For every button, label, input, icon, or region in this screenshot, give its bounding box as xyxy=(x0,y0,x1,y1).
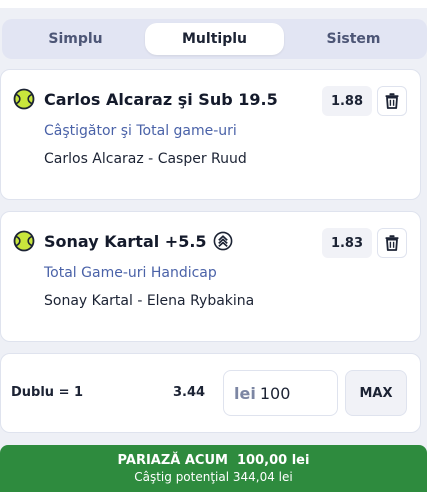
tab-simplu[interactable]: Simplu xyxy=(6,23,145,55)
place-bet-button[interactable]: PARIAZĂ ACUM 100,00 lei Câştig potenţial… xyxy=(0,445,427,492)
currency-label: lei xyxy=(234,383,256,403)
bet-market: Total Game-uri Handicap xyxy=(44,265,217,281)
bet-market: Câştigător şi Total game-uri xyxy=(44,123,237,139)
stake-panel: Dublu = 1 3.44 lei 100 MAX xyxy=(0,353,421,433)
bet-card: Sonay Kartal +5.5 1.83 Total Game-uri Ha… xyxy=(0,211,421,342)
stake-value[interactable]: 100 xyxy=(260,384,291,403)
bet-event: Carlos Alcaraz - Casper Ruud xyxy=(44,151,247,167)
bet-header: Carlos Alcaraz şi Sub 19.5 xyxy=(13,88,278,110)
remove-bet-button[interactable] xyxy=(377,86,407,116)
total-odds: 3.44 xyxy=(173,385,206,400)
bet-header: Sonay Kartal +5.5 xyxy=(13,230,233,252)
tab-sistem[interactable]: Sistem xyxy=(284,23,423,55)
header-strip xyxy=(0,0,427,8)
bet-selection: Carlos Alcaraz şi Sub 19.5 xyxy=(44,89,278,109)
bet-odds: 1.88 xyxy=(322,86,372,116)
place-bet-label: PARIAZĂ ACUM 100,00 lei xyxy=(117,453,310,468)
bet-type-tabs: Simplu Multiplu Sistem xyxy=(2,19,427,59)
system-label: Dublu = 1 xyxy=(11,385,84,400)
trash-icon xyxy=(385,235,399,251)
tab-multiplu[interactable]: Multiplu xyxy=(145,23,284,55)
stake-input[interactable]: lei 100 xyxy=(223,370,338,416)
bet-card: Carlos Alcaraz şi Sub 19.5 1.88 Câştigăt… xyxy=(0,69,421,200)
tennis-ball-icon xyxy=(13,230,35,252)
tennis-ball-icon xyxy=(13,88,35,110)
trash-icon xyxy=(385,93,399,109)
max-stake-button[interactable]: MAX xyxy=(345,370,407,416)
bet-odds: 1.83 xyxy=(322,228,372,258)
potential-win: Câştig potenţial 344,04 lei xyxy=(134,470,293,484)
bet-selection: Sonay Kartal +5.5 xyxy=(44,231,207,251)
remove-bet-button[interactable] xyxy=(377,228,407,258)
bet-event: Sonay Kartal - Elena Rybakina xyxy=(44,293,255,309)
odds-boost-icon xyxy=(213,231,233,251)
